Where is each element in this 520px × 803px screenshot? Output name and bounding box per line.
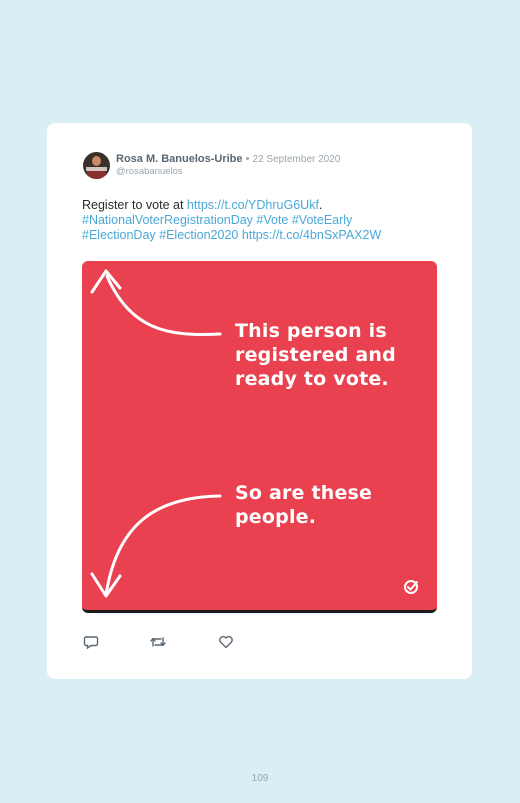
tweet-link-2[interactable]: https://t.co/4bnSxPAX2W — [242, 228, 381, 242]
hashtags-line-2[interactable]: #ElectionDay #Election2020 — [82, 228, 242, 242]
author-line: Rosa M. Banuelos-Uribe • 22 September 20… — [116, 153, 340, 165]
separator: • — [245, 153, 250, 165]
reply-icon[interactable] — [83, 634, 99, 650]
retweet-icon[interactable] — [150, 634, 166, 650]
tweet-text-prefix: Register to vote at — [82, 198, 187, 212]
hashtags-line-1[interactable]: #NationalVoterRegistrationDay #Vote #Vot… — [82, 213, 352, 227]
author-handle[interactable]: @rosabanuelos — [116, 166, 183, 177]
tweet-image[interactable]: This person is registered and ready to v… — [82, 261, 437, 613]
tweet-text: Register to vote at https://t.co/YDhruG6… — [82, 198, 442, 243]
message-bottom: So are these people. — [235, 482, 373, 528]
check-circle-icon — [404, 580, 418, 594]
avatar-face — [92, 156, 101, 166]
avatar-badge — [86, 167, 107, 171]
arrows-graphic — [90, 269, 222, 598]
tweet-text-period: . — [318, 198, 323, 212]
arrow-down-curve — [104, 494, 222, 597]
arrow-up-curve — [105, 274, 222, 336]
avatar[interactable] — [83, 152, 110, 179]
page-number: 109 — [251, 773, 269, 784]
tweet-card: Rosa M. Banuelos-Uribe • 22 September 20… — [47, 123, 472, 679]
arrow-up-head — [90, 269, 122, 294]
tweet-link-1[interactable]: https://t.co/YDhruG6Ukf — [187, 198, 319, 212]
tweet-date[interactable]: 22 September 2020 — [253, 154, 341, 165]
author-name[interactable]: Rosa M. Banuelos-Uribe — [116, 153, 243, 165]
heart-icon[interactable] — [218, 634, 234, 650]
message-top: This person is registered and ready to v… — [235, 320, 396, 390]
